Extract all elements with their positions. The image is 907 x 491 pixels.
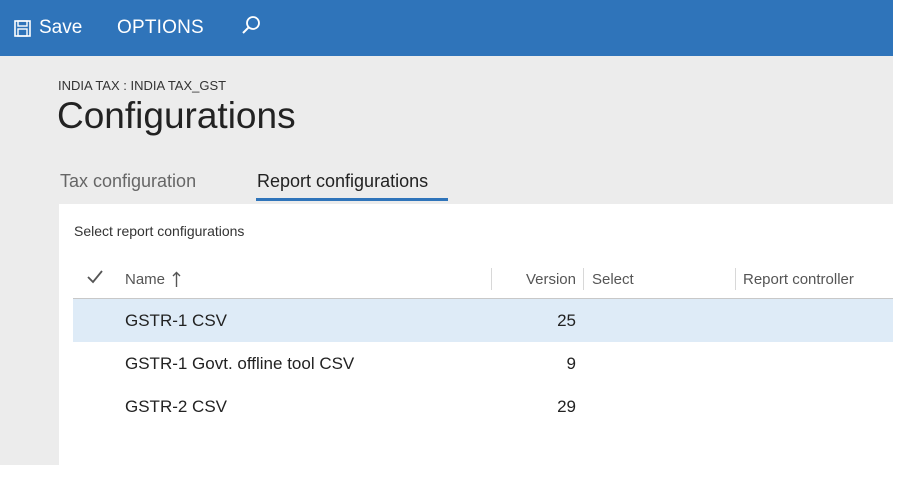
row-name: GSTR-2 CSV [125, 396, 228, 416]
row-name: GSTR-1 Govt. offline tool CSV [125, 353, 355, 373]
column-separator[interactable] [735, 268, 736, 290]
row-version: 29 [557, 396, 576, 416]
column-separator[interactable] [583, 268, 584, 290]
select-all-checkbox[interactable] [87, 260, 103, 298]
column-header-select[interactable]: Select [592, 260, 634, 298]
save-icon [14, 19, 31, 37]
column-header-version[interactable]: Version [493, 260, 576, 298]
active-tab-indicator [256, 198, 448, 201]
row-version: 25 [557, 310, 576, 330]
column-separator[interactable] [491, 268, 492, 290]
save-label: Save [39, 17, 83, 38]
section-label: Select report configurations [74, 223, 245, 239]
app-frame: Save OPTIONS INDIA TAX : INDIA TAX_GST C… [0, 0, 893, 465]
column-header-name[interactable]: Name [125, 260, 181, 298]
column-header-name-label: Name [125, 270, 166, 288]
table-row[interactable]: GSTR-1 CSV 25 [73, 299, 893, 342]
save-button[interactable]: Save [14, 0, 82, 56]
breadcrumb: INDIA TAX : INDIA TAX_GST [58, 78, 227, 93]
options-button[interactable]: OPTIONS [117, 0, 204, 56]
report-configurations-panel: Select report configurations Name Versio… [59, 204, 893, 465]
tab-tax-configuration[interactable]: Tax configuration [60, 171, 196, 201]
sort-ascending-icon [172, 271, 181, 288]
grid-header: Name Version Select Report controller [73, 260, 893, 299]
column-header-report-controller[interactable]: Report controller [743, 260, 854, 298]
search-icon [240, 14, 262, 42]
action-bar: Save OPTIONS [0, 0, 893, 56]
table-row[interactable]: GSTR-1 Govt. offline tool CSV 9 [73, 342, 893, 385]
page-title: Configurations [57, 95, 296, 136]
table-row[interactable]: GSTR-2 CSV 29 [73, 385, 893, 428]
row-name: GSTR-1 CSV [125, 310, 228, 330]
search-button[interactable] [240, 0, 262, 56]
checkmark-icon [87, 270, 103, 288]
row-version: 9 [566, 353, 576, 373]
tab-report-configurations[interactable]: Report configurations [257, 171, 428, 201]
